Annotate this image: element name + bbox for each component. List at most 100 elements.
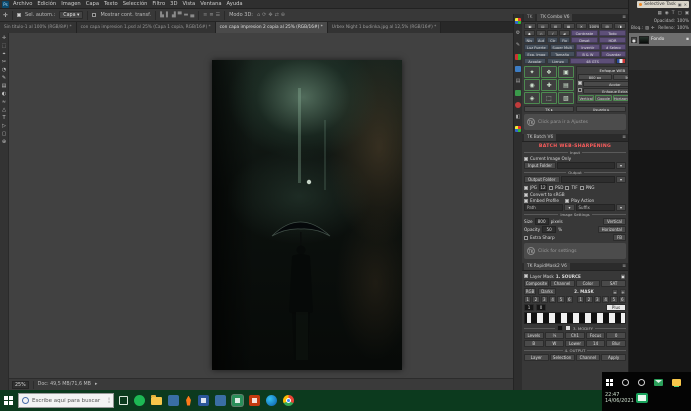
tk-brush-button[interactable]: ◆ xyxy=(524,30,535,36)
vertical-button[interactable]: Vertical xyxy=(603,218,626,225)
tool-icon[interactable]: ✂ xyxy=(2,60,6,65)
tk-grid-button[interactable]: ✦ xyxy=(524,66,540,78)
tk-batch-tab[interactable]: TK Batch V6 xyxy=(524,134,556,141)
tk-icon-button[interactable]: ▥ xyxy=(550,23,562,29)
tk-brush-button[interactable]: ◇ xyxy=(536,30,547,36)
mic-icon[interactable]: ¦ xyxy=(108,397,110,404)
tif-checkbox[interactable] xyxy=(565,186,569,190)
size-field[interactable]: 800 xyxy=(535,218,549,225)
web-sharpen-button[interactable]: Horizontal xyxy=(613,95,629,101)
document-tab[interactable]: Urbex Night 1 budinka.jpg al 12,5% (RGB/… xyxy=(328,22,442,33)
modify-button[interactable]: Blur xyxy=(606,340,626,347)
close-icon[interactable]: ✕ xyxy=(684,2,687,7)
output-folder-field[interactable] xyxy=(561,176,615,183)
menu-item[interactable]: Archivo xyxy=(13,1,32,7)
tk-footer-button[interactable]: Usuario ▸ xyxy=(576,106,626,112)
taskbar-search[interactable]: Escribe aquí para buscar ¦ xyxy=(18,393,114,408)
powerpoint-icon[interactable] xyxy=(249,395,260,406)
visibility-eye-icon[interactable]: ● xyxy=(631,37,637,43)
output-button[interactable]: Selection xyxy=(550,354,575,361)
source-button[interactable]: SAT xyxy=(601,280,626,287)
tk-grid-button[interactable]: ▧ xyxy=(558,92,574,104)
show-transform-checkbox[interactable] xyxy=(92,13,96,17)
mode3d-buttons[interactable]: ⌂⟳✥⇄⊕ xyxy=(257,12,285,18)
web-sharpen-button[interactable]: Google xyxy=(595,95,611,101)
tk-action-button[interactable]: B & W xyxy=(576,51,601,57)
mask-add-icon[interactable]: + xyxy=(620,289,626,295)
menu-item[interactable]: Vista xyxy=(182,1,195,7)
quick-1-button[interactable]: 1 xyxy=(524,304,534,311)
lock-transparency-icon[interactable]: ▨ xyxy=(645,25,649,30)
tool-icon[interactable]: ✎ xyxy=(2,76,6,81)
input-folder-button[interactable]: Input Folder xyxy=(524,162,556,169)
tool-icon[interactable]: ▤ xyxy=(2,84,7,89)
filter-smart-icon[interactable]: ▣ xyxy=(685,11,689,16)
darks-button[interactable]: Darks xyxy=(538,288,556,295)
panel-icon[interactable] xyxy=(515,90,521,96)
zone-button[interactable]: 1 xyxy=(577,296,584,303)
tool-icon[interactable]: ◐ xyxy=(2,92,6,97)
panel-icon[interactable] xyxy=(515,126,521,132)
tk-action-button[interactable]: Tamaño xyxy=(550,51,575,57)
tk-grid-button[interactable]: ◉ xyxy=(524,79,540,91)
tk-action-button[interactable]: Desat xyxy=(571,37,598,43)
auto-select-dropdown[interactable]: Capa ▾ xyxy=(59,11,83,19)
jpg-checkbox[interactable] xyxy=(524,186,528,190)
web-sharpen-button[interactable]: Vertical xyxy=(578,95,594,101)
menu-item[interactable]: 3D xyxy=(170,1,177,7)
tk-action-button[interactable]: Invertir xyxy=(576,44,601,50)
suffix-dropdown[interactable]: Suffix xyxy=(576,204,615,211)
panel-icon[interactable]: ▤ xyxy=(516,78,521,84)
tk-action-button[interactable]: HDR xyxy=(599,37,626,43)
jpg-quality-field[interactable]: 12 xyxy=(539,184,547,191)
tk-icon-button[interactable]: ✕ xyxy=(576,23,588,29)
mask-option-icon[interactable]: ≡ xyxy=(612,289,618,295)
document-tab-active[interactable]: con capa impresion 2 copia al 25% (RGB/1… xyxy=(216,22,328,33)
tk-action-button[interactable]: Luz Fuerte xyxy=(524,44,549,50)
panel-icon[interactable] xyxy=(515,54,521,60)
tk-brush-button[interactable]: ▰ xyxy=(559,30,570,36)
zone-button[interactable]: 3 xyxy=(541,296,548,303)
menu-item[interactable]: Edición xyxy=(37,1,56,7)
crop-checkbox[interactable] xyxy=(578,81,582,85)
extra-sharpen-checkbox[interactable] xyxy=(578,88,582,92)
tk-grid-button[interactable]: ◈ xyxy=(524,92,540,104)
tk-rapidmask-tab[interactable]: TK RapidMask2 V6 xyxy=(524,263,570,270)
tk-grid-button[interactable]: ▣ xyxy=(558,66,574,78)
tool-icon[interactable]: T xyxy=(2,116,5,121)
play-action-checkbox[interactable] xyxy=(565,199,569,203)
batch-settings-hint[interactable]: TK Click for settings xyxy=(524,243,626,259)
document-tab[interactable]: Sin título-1 al 100% (RGB/8#) * xyxy=(0,22,77,33)
modify-button[interactable]: 0 xyxy=(606,332,626,339)
horizontal-button[interactable]: Horizontal xyxy=(598,226,626,233)
tk-grid-button[interactable]: ▤ xyxy=(558,79,574,91)
embed-profile-checkbox[interactable] xyxy=(524,199,528,203)
tk-action-button[interactable]: á Selecc xyxy=(601,44,626,50)
menu-item[interactable]: Texto xyxy=(104,1,118,7)
tk-grid-button[interactable]: ❖ xyxy=(541,66,557,78)
psd-checkbox[interactable] xyxy=(549,186,553,190)
menu-item[interactable]: Selección xyxy=(123,1,148,7)
input-folder-field[interactable] xyxy=(557,162,615,169)
layer-mask-checkbox[interactable] xyxy=(524,274,528,278)
spotify-icon[interactable] xyxy=(134,395,145,406)
tray-app-icon[interactable] xyxy=(636,393,648,403)
extra-sharp-checkbox[interactable] xyxy=(524,236,528,240)
modify-button[interactable]: Lower xyxy=(565,340,585,347)
modify-black-icon[interactable] xyxy=(557,325,563,331)
menu-item[interactable]: Ventana xyxy=(200,1,221,7)
modify-button[interactable]: Focus xyxy=(586,332,606,339)
tk-action-button[interactable]: 48 GTS xyxy=(570,58,615,64)
tk-action-button[interactable]: Aut xyxy=(536,37,547,43)
layer-thumbnail[interactable] xyxy=(639,36,649,44)
word-icon[interactable] xyxy=(198,395,209,406)
tool-icon[interactable]: ▢ xyxy=(2,132,7,137)
quick-0-button[interactable]: 0 xyxy=(536,304,546,311)
opacity-field[interactable]: 50 xyxy=(542,226,556,233)
modify-button[interactable]: Levels xyxy=(524,332,544,339)
layer-row-background[interactable]: ● Fondo ▪ xyxy=(629,33,691,46)
zone-button[interactable]: 1 xyxy=(524,296,531,303)
zone-button[interactable]: 5 xyxy=(557,296,564,303)
menu-item[interactable]: Capa xyxy=(86,1,99,7)
panel-icon[interactable]: ⚙ xyxy=(516,30,520,36)
